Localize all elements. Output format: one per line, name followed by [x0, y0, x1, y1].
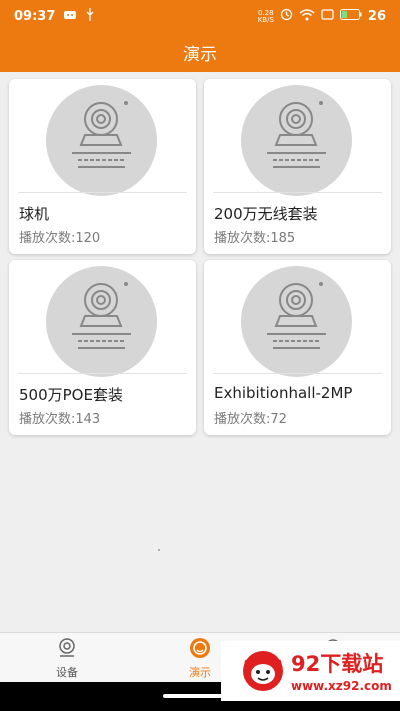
status-right: 0.28 KB/S 26: [258, 8, 386, 25]
android-icon: [63, 9, 77, 24]
card-divider: [213, 373, 382, 374]
net-rate-unit: KB/S: [257, 15, 274, 24]
camera-placeholder-icon: [46, 85, 157, 196]
play-count-label: 播放次数:: [19, 412, 76, 427]
play-circle-icon: [189, 638, 211, 662]
card-title: 500万POE套装: [19, 386, 123, 404]
alarm-icon: [280, 8, 293, 25]
app-header: 09:37 0.28 KB/S 26 演示: [0, 0, 400, 72]
play-count: 播放次数:143: [19, 408, 100, 427]
play-count-value: 120: [75, 231, 101, 246]
card-divider: [18, 192, 187, 193]
play-count: 播放次数:72: [214, 408, 287, 427]
screen-icon: [321, 9, 334, 24]
play-count-value: 72: [270, 412, 287, 427]
net-rate: 0.28 KB/S: [257, 9, 274, 24]
battery-level: 26: [367, 9, 386, 24]
watermark: 92下载站 www.xz92.com: [221, 641, 400, 701]
card-divider: [213, 192, 382, 193]
camera-icon: [56, 638, 78, 662]
play-count: 播放次数:120: [19, 227, 100, 246]
wifi-icon: [299, 8, 315, 25]
page-title: 演示: [183, 44, 217, 65]
play-count-value: 185: [270, 231, 296, 246]
demo-card[interactable]: 500万POE套装 播放次数:143: [9, 260, 196, 435]
battery-icon: [339, 9, 362, 24]
nav-label-devices: 设备: [56, 666, 78, 679]
card-divider: [18, 373, 187, 374]
usb-icon: [85, 8, 95, 25]
card-title: 200万无线套装: [214, 205, 318, 223]
watermark-logo-icon: [239, 647, 287, 699]
demo-card[interactable]: Exhibitionhall-2MP 播放次数:72: [204, 260, 391, 435]
stray-dot: [158, 549, 160, 551]
camera-placeholder-icon: [46, 266, 157, 377]
play-count-label: 播放次数:: [214, 412, 271, 427]
play-count-label: 播放次数:: [19, 231, 76, 246]
card-title: 球机: [19, 205, 50, 223]
play-count: 播放次数:185: [214, 227, 295, 246]
card-title: Exhibitionhall-2MP: [214, 384, 353, 402]
demo-card[interactable]: 200万无线套装 播放次数:185: [204, 79, 391, 254]
camera-placeholder-icon: [241, 266, 352, 377]
nav-item-devices[interactable]: 设备: [37, 637, 97, 681]
play-count-label: 播放次数:: [214, 231, 271, 246]
demo-card[interactable]: 球机 播放次数:120: [9, 79, 196, 254]
camera-placeholder-icon: [241, 85, 352, 196]
status-left: 09:37: [14, 8, 95, 25]
play-count-value: 143: [75, 412, 101, 427]
status-bar: 09:37 0.28 KB/S 26: [0, 0, 400, 32]
watermark-url: www.xz92.com: [291, 679, 392, 693]
title-bar: 演示: [0, 32, 400, 72]
status-time: 09:37: [14, 9, 56, 24]
watermark-title: 92下载站: [291, 652, 384, 676]
